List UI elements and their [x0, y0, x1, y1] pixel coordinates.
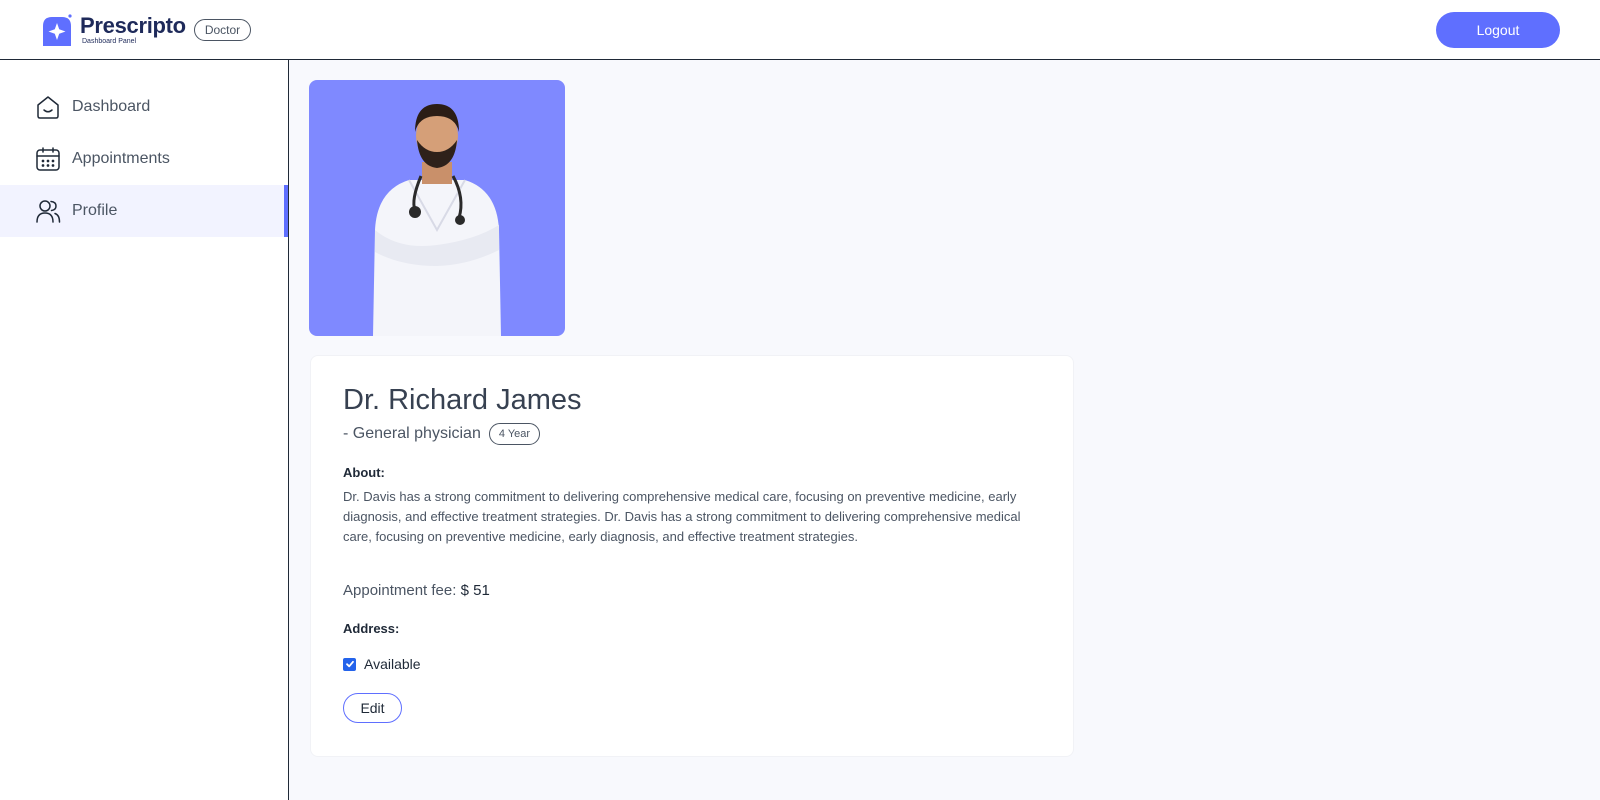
sidebar-item-appointments[interactable]: Appointments	[0, 133, 288, 185]
brand-subtitle: Dashboard Panel	[82, 38, 137, 45]
availability-row[interactable]: Available	[343, 656, 421, 672]
experience-badge: 4 Year	[488, 423, 541, 445]
top-navbar: Prescripto Dashboard Panel Doctor Logout	[0, 0, 1600, 60]
sidebar-item-dashboard[interactable]: Dashboard	[0, 81, 288, 133]
sidebar-item-label: Profile	[72, 202, 118, 219]
doctor-photo	[309, 80, 565, 336]
appointment-fee: Appointment fee: $ 51	[343, 582, 490, 599]
sidebar-item-label: Appointments	[72, 150, 170, 167]
sidebar: Dashboard Appointments Profile	[0, 60, 289, 800]
fee-label: Appointment fee:	[343, 582, 457, 599]
available-label: Available	[364, 656, 421, 672]
brand-name: Prescripto	[80, 13, 186, 38]
home-icon	[35, 94, 61, 120]
sidebar-item-label: Dashboard	[72, 98, 151, 115]
edit-button[interactable]: Edit	[343, 693, 402, 723]
brand[interactable]: Prescripto Dashboard Panel Doctor	[40, 13, 252, 49]
main-content: Dr. Richard James - General physician 4 …	[289, 60, 1600, 800]
available-checkbox[interactable]	[343, 657, 356, 671]
profile-card: Dr. Richard James - General physician 4 …	[310, 355, 1074, 757]
role-badge: Doctor	[193, 19, 252, 41]
prescripto-logo-icon	[40, 13, 74, 47]
people-icon	[35, 198, 61, 224]
doctor-speciality: - General physician	[343, 425, 481, 442]
logout-button[interactable]: Logout	[1436, 12, 1560, 48]
sidebar-item-profile[interactable]: Profile	[0, 185, 288, 237]
about-text: Dr. Davis has a strong commitment to del…	[343, 489, 1021, 544]
address-label: Address:	[343, 621, 400, 636]
fee-value: $ 51	[460, 582, 490, 599]
speciality-row: - General physician 4 Year	[343, 423, 541, 445]
about-label: About:	[343, 465, 385, 480]
calendar-icon	[35, 146, 61, 172]
doctor-name: Dr. Richard James	[343, 384, 582, 416]
